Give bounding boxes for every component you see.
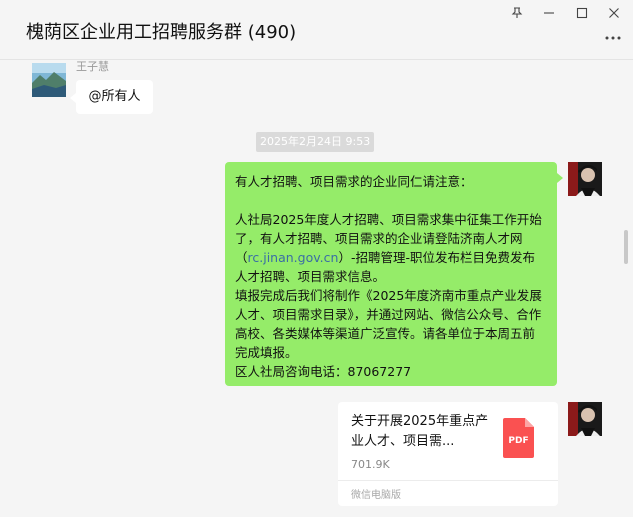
- avatar-self[interactable]: [568, 162, 602, 196]
- minimize-icon: [544, 12, 554, 14]
- avatar[interactable]: [32, 63, 66, 97]
- website-link[interactable]: rc.jinan.gov.cn: [248, 250, 339, 265]
- chat-title: 槐荫区企业用工招聘服务群 (490): [26, 22, 297, 43]
- timestamp: 2025年2月24日 9:53: [256, 132, 375, 152]
- message-bubble[interactable]: @所有人: [76, 80, 153, 114]
- notice-line: 有人才招聘、项目需求的企业同仁请注意：: [235, 174, 473, 189]
- maximize-button[interactable]: [568, 2, 596, 24]
- notice-message-bubble[interactable]: 有人才招聘、项目需求的企业同仁请注意： 人社局2025年度人才招聘、项目需求集中…: [225, 162, 557, 386]
- divider: [338, 480, 558, 481]
- chat-area[interactable]: 王子慧 @所有人 2025年2月24日 9:53 有人才招聘、项目需求的企业同仁…: [0, 60, 633, 517]
- portrait-avatar-icon: [568, 162, 602, 196]
- file-size: 701.9K: [351, 458, 390, 471]
- scrollbar-thumb[interactable]: [624, 230, 628, 264]
- sender-name: 王子慧: [76, 60, 109, 73]
- pin-icon: [511, 7, 523, 18]
- notice-paragraph: 人社局2025年度人才招聘、项目需求集中征集工作开始了，有人才招聘、项目需求的企…: [235, 212, 542, 284]
- file-card[interactable]: 关于开展2025年重点产业人才、项目需... PDF 701.9K 微信电脑版: [338, 402, 558, 506]
- more-icon: [605, 36, 621, 40]
- more-options-button[interactable]: [605, 30, 621, 46]
- message-text: @所有人: [88, 89, 141, 104]
- close-icon: [609, 8, 619, 18]
- maximize-icon: [576, 7, 588, 19]
- notice-paragraph: 填报完成后我们将制作《2025年度济南市重点产业发展人才、项目需求目录》，并通过…: [235, 288, 542, 360]
- pin-button[interactable]: [503, 2, 531, 24]
- landscape-avatar-icon: [32, 63, 66, 97]
- bubble-tail: [557, 173, 563, 183]
- file-source: 微信电脑版: [351, 490, 401, 501]
- pdf-icon: PDF: [503, 418, 534, 458]
- pdf-label: PDF: [508, 436, 529, 446]
- minimize-button[interactable]: [535, 2, 563, 24]
- title-bar: 槐荫区企业用工招聘服务群 (490): [0, 0, 633, 60]
- close-button[interactable]: [600, 2, 628, 24]
- file-title: 关于开展2025年重点产业人才、项目需...: [351, 414, 489, 449]
- portrait-avatar-icon: [568, 402, 602, 436]
- avatar-self[interactable]: [568, 402, 602, 436]
- notice-phone: 区人社局咨询电话：87067277: [235, 364, 412, 379]
